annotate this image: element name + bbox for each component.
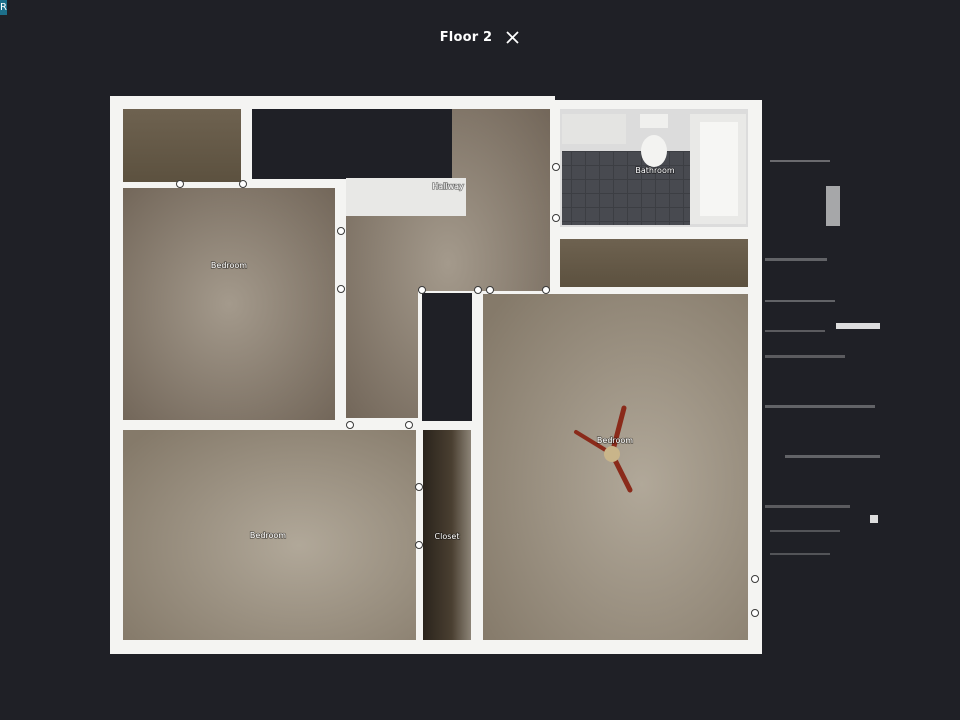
room-bedroom-right[interactable]	[483, 294, 748, 640]
label-bedroom-right: Bedroom	[597, 436, 633, 445]
label-hallway: Hallway	[432, 182, 464, 191]
corner-badge: R	[0, 0, 7, 15]
room-laundry-strip[interactable]	[560, 239, 748, 287]
label-bathroom: Bathroom	[635, 166, 675, 175]
floor-header: Floor 2	[0, 26, 960, 48]
room-bedroom-top-left[interactable]	[123, 188, 335, 420]
label-closet: Closet	[435, 532, 460, 541]
room-small-top-left[interactable]	[123, 109, 241, 182]
floor-title: Floor 2	[439, 29, 493, 45]
label-bedroom-top-left: Bedroom	[211, 261, 247, 270]
close-icon[interactable]	[504, 29, 520, 45]
void-middle	[422, 293, 472, 421]
floor-plan[interactable]: Hallway Bathroom Bedroom Bedroom Closet …	[110, 96, 762, 654]
void-top	[252, 109, 452, 179]
label-bedroom-bottom-left: Bedroom	[250, 531, 286, 540]
